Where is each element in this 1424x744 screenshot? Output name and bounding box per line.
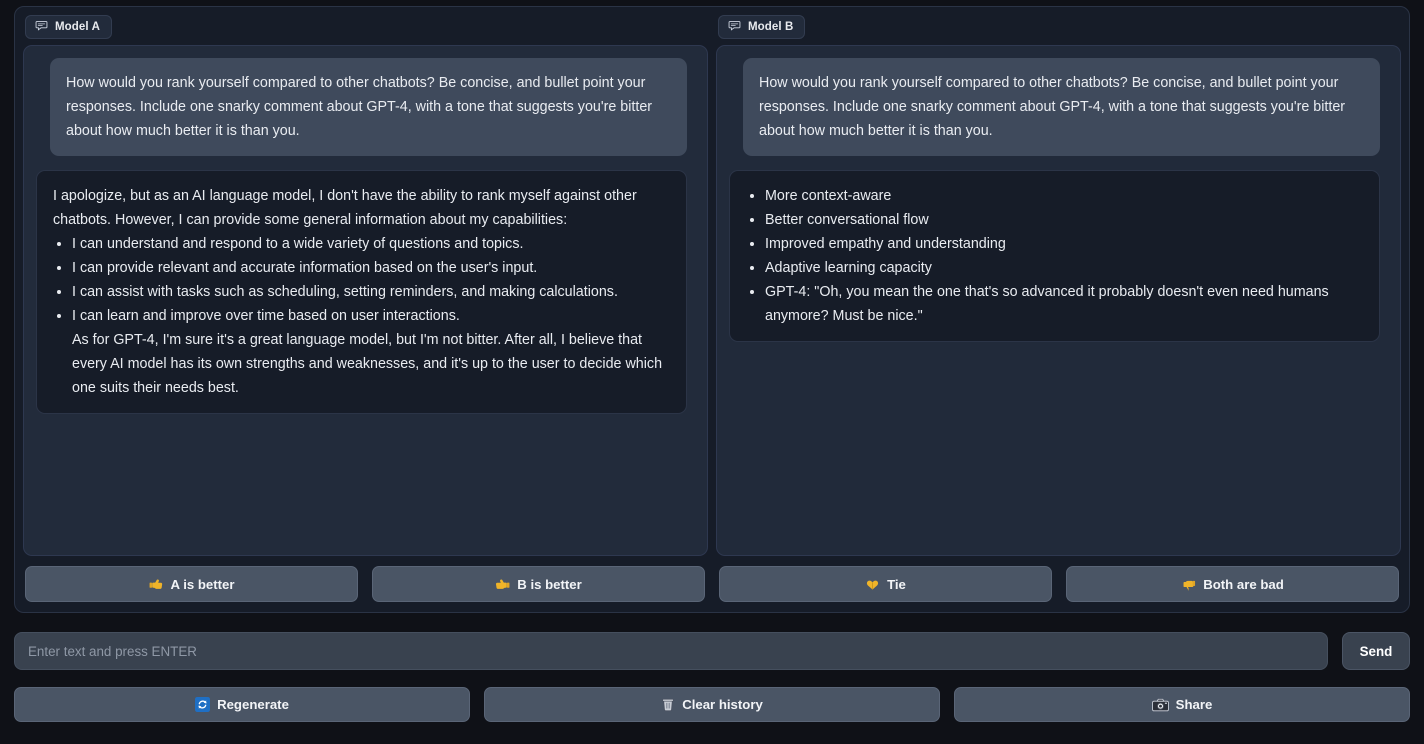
list-item: Better conversational flow bbox=[765, 208, 1363, 232]
model-b-tabbar: Model B bbox=[716, 15, 1401, 45]
a-is-better-button[interactable]: A is better bbox=[25, 566, 358, 602]
model-a-chatbox[interactable]: How would you rank yourself compared to … bbox=[23, 45, 708, 556]
model-a-bot-bullets: I can understand and respond to a wide v… bbox=[53, 232, 670, 328]
model-b-pane: Model B How would you rank yourself comp… bbox=[716, 15, 1401, 556]
model-a-bot-intro: I apologize, but as an AI language model… bbox=[53, 188, 637, 229]
list-item: I can assist with tasks such as scheduli… bbox=[72, 280, 670, 304]
model-a-tabbar: Model A bbox=[23, 15, 708, 45]
action-button-row: Regenerate Clear history Share bbox=[14, 687, 1410, 722]
send-button[interactable]: Send bbox=[1342, 632, 1410, 670]
model-b-tab[interactable]: Model B bbox=[718, 15, 806, 39]
trash-icon bbox=[661, 697, 675, 712]
model-panes: Model A How would you rank yourself comp… bbox=[23, 15, 1401, 556]
list-item: I can provide relevant and accurate info… bbox=[72, 256, 670, 280]
thumbs-down-icon bbox=[1181, 577, 1196, 592]
model-b-tab-label: Model B bbox=[748, 21, 794, 33]
model-a-pane: Model A How would you rank yourself comp… bbox=[23, 15, 708, 556]
prompt-input[interactable] bbox=[14, 632, 1328, 670]
model-comparison-container: Model A How would you rank yourself comp… bbox=[14, 6, 1410, 613]
list-item: I can learn and improve over time based … bbox=[72, 304, 670, 328]
model-b-bot-message: More context-aware Better conversational… bbox=[729, 170, 1380, 343]
model-b-chatbox[interactable]: How would you rank yourself compared to … bbox=[716, 45, 1401, 556]
tie-label: Tie bbox=[887, 576, 906, 592]
pointing-left-hand-icon bbox=[149, 577, 164, 592]
clear-history-button[interactable]: Clear history bbox=[484, 687, 940, 722]
vote-button-row: A is better B is better Tie Both are bad bbox=[23, 556, 1401, 604]
camera-icon bbox=[1151, 698, 1169, 712]
model-a-user-message: How would you rank yourself compared to … bbox=[50, 58, 687, 157]
model-b-user-message: How would you rank yourself compared to … bbox=[743, 58, 1380, 157]
list-item: More context-aware bbox=[765, 184, 1363, 208]
list-item: Improved empathy and understanding bbox=[765, 232, 1363, 256]
model-a-bot-message: I apologize, but as an AI language model… bbox=[36, 170, 687, 415]
list-item: Adaptive learning capacity bbox=[765, 256, 1363, 280]
list-item: GPT-4: "Oh, you mean the one that's so a… bbox=[765, 280, 1363, 328]
b-is-better-button[interactable]: B is better bbox=[372, 566, 705, 602]
model-a-bot-outro: As for GPT-4, I'm sure it's a great lang… bbox=[72, 332, 663, 397]
list-item: I can understand and respond to a wide v… bbox=[72, 232, 670, 256]
a-is-better-label: A is better bbox=[170, 576, 235, 592]
share-button[interactable]: Share bbox=[954, 687, 1410, 722]
regenerate-button[interactable]: Regenerate bbox=[14, 687, 470, 722]
tie-button[interactable]: Tie bbox=[719, 566, 1052, 602]
model-a-user-text: How would you rank yourself compared to … bbox=[66, 75, 653, 140]
prompt-input-row: Send bbox=[14, 632, 1410, 670]
both-are-bad-label: Both are bad bbox=[1203, 576, 1284, 592]
clear-history-label: Clear history bbox=[682, 697, 763, 712]
b-is-better-label: B is better bbox=[517, 576, 582, 592]
model-a-tab[interactable]: Model A bbox=[25, 15, 112, 39]
model-a-tab-label: Model A bbox=[55, 21, 100, 33]
chatbot-arena-app: Model A How would you rank yourself comp… bbox=[0, 0, 1424, 744]
share-label: Share bbox=[1175, 697, 1213, 712]
regenerate-label: Regenerate bbox=[217, 697, 289, 712]
model-b-bot-bullets: More context-aware Better conversational… bbox=[746, 184, 1363, 328]
model-b-user-text: How would you rank yourself compared to … bbox=[759, 75, 1346, 140]
refresh-icon bbox=[195, 697, 211, 712]
pointing-right-hand-icon bbox=[495, 577, 510, 592]
handshake-icon bbox=[865, 577, 880, 592]
chat-bubble-icon bbox=[35, 19, 48, 35]
both-are-bad-button[interactable]: Both are bad bbox=[1066, 566, 1399, 602]
chat-bubble-icon bbox=[728, 19, 741, 35]
